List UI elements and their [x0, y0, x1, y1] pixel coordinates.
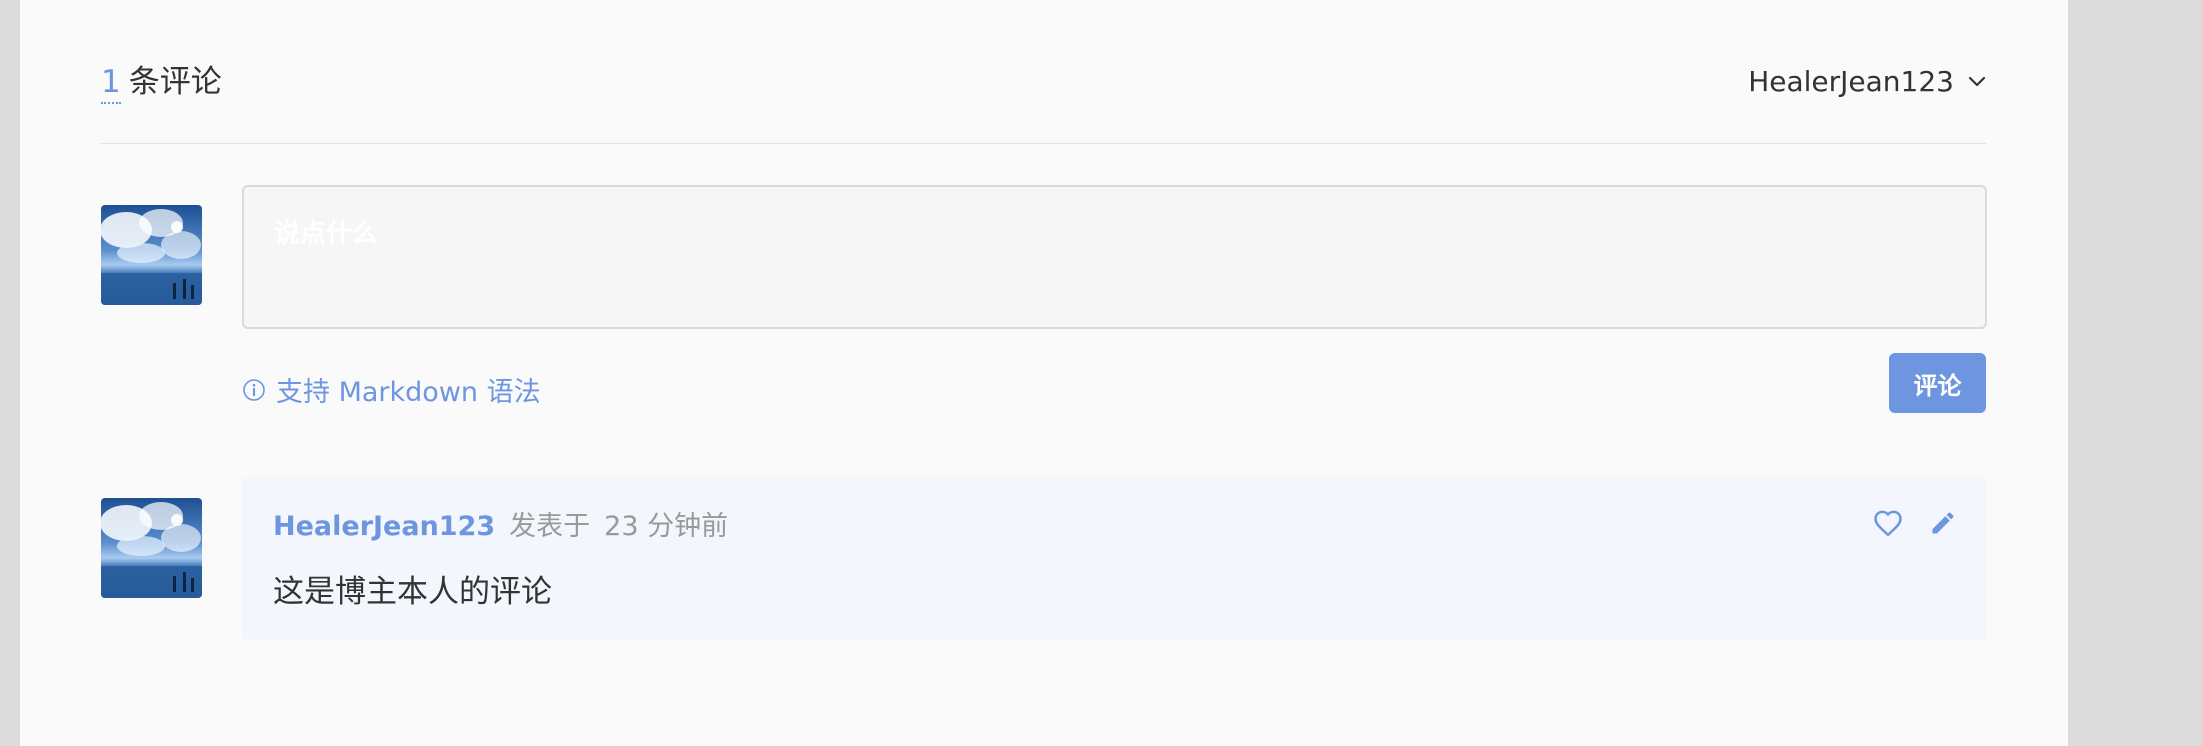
page-edge: [0, 0, 20, 746]
user-menu-name[interactable]: HealerJean123: [1748, 62, 1954, 102]
comment-input[interactable]: [242, 185, 1987, 329]
user-menu[interactable]: HealerJean123: [1748, 62, 1986, 102]
markdown-hint-link[interactable]: 支持 Markdown 语法: [242, 370, 541, 409]
pencil-icon[interactable]: [1929, 509, 1957, 537]
like-button[interactable]: [1873, 509, 1903, 537]
comment-posted-label: 发表于: [509, 511, 591, 542]
submit-comment-button[interactable]: 评论: [1889, 353, 1986, 413]
comment-meta: HealerJean123 发表于 23 分钟前: [273, 507, 728, 547]
comment-author[interactable]: HealerJean123: [273, 507, 495, 547]
comment-actions: [1847, 509, 1957, 537]
right-gutter: [2068, 0, 2202, 746]
comment-count: 1 条评论: [101, 62, 222, 104]
comment-item: HealerJean123 发表于 23 分钟前 这是博主本人的评论: [242, 477, 1987, 640]
comment-author-avatar[interactable]: [101, 498, 202, 598]
markdown-hint-label[interactable]: 支持 Markdown 语法: [276, 370, 541, 409]
comment-header: 1 条评论 HealerJean123: [101, 0, 1986, 144]
comment-section: 1 条评论 HealerJean123 说点什么 支持 Markdown 语法 …: [20, 0, 2068, 746]
chevron-down-icon[interactable]: [1968, 76, 1986, 88]
comment-body: 这是博主本人的评论: [273, 574, 552, 610]
current-user-avatar: [101, 205, 202, 305]
edit-button[interactable]: [1929, 509, 1957, 537]
comment-count-number[interactable]: 1: [101, 64, 121, 104]
info-icon: [243, 378, 265, 401]
comment-time: 23 分钟前: [604, 511, 729, 542]
heart-icon[interactable]: [1873, 509, 1903, 537]
comment-count-label: 条评论: [128, 64, 222, 100]
